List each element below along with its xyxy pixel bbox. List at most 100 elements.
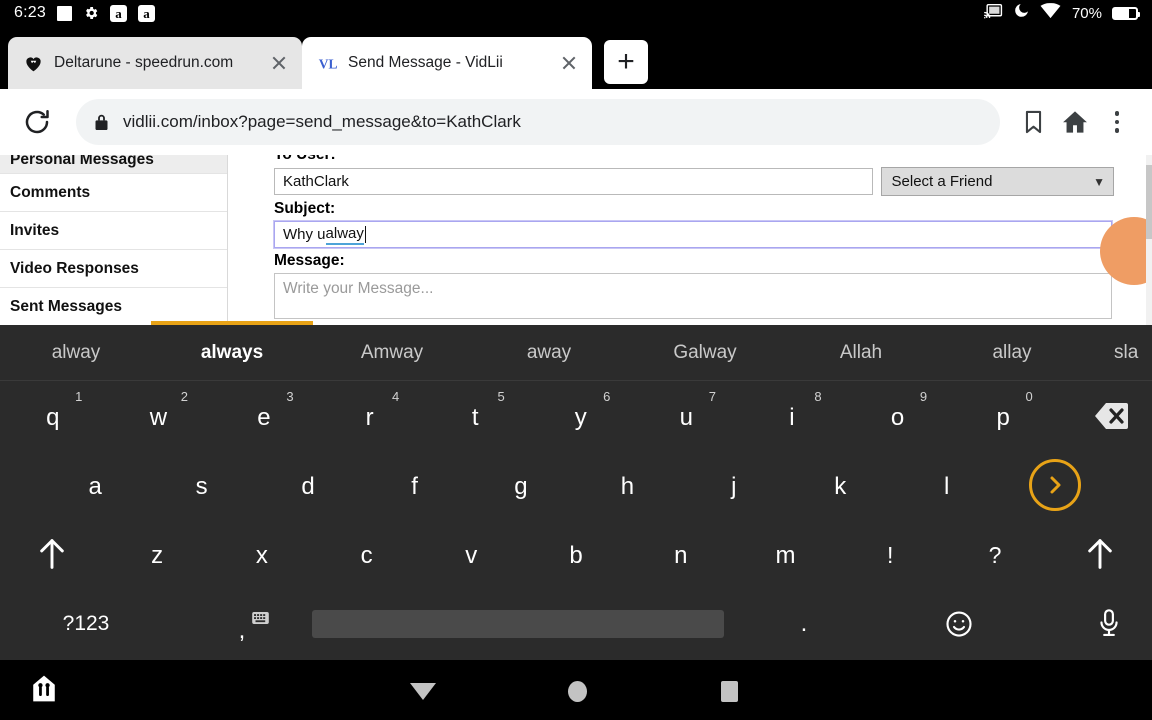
key-h[interactable]: h bbox=[574, 450, 680, 519]
keyboard-row-3: z x c v b n m ! ? bbox=[0, 519, 1152, 588]
key-j[interactable]: j bbox=[681, 450, 787, 519]
suggestion-item[interactable]: Galway bbox=[626, 342, 784, 364]
key-label: i bbox=[789, 403, 795, 431]
sidebar-item-label: Sent Messages bbox=[10, 297, 122, 315]
key-label: v bbox=[465, 541, 478, 569]
enter-chevron-right-icon[interactable] bbox=[1000, 458, 1110, 511]
new-tab-button[interactable]: + bbox=[604, 40, 648, 84]
key-label: u bbox=[679, 403, 694, 431]
key-r[interactable]: 4r bbox=[317, 381, 423, 450]
key-m[interactable]: m bbox=[733, 519, 838, 588]
suggestion-item[interactable]: away bbox=[472, 342, 626, 364]
key-a[interactable]: a bbox=[42, 450, 148, 519]
key-v[interactable]: v bbox=[419, 519, 524, 588]
suggestion-item[interactable]: always bbox=[152, 342, 312, 364]
home-circle-icon[interactable] bbox=[560, 674, 594, 708]
reload-icon[interactable] bbox=[14, 99, 60, 145]
dismiss-keyboard-down-icon[interactable] bbox=[406, 674, 440, 708]
battery-percent: 70% bbox=[1071, 4, 1102, 22]
key-label: z bbox=[151, 541, 164, 569]
key-c[interactable]: c bbox=[314, 519, 419, 588]
friend-select[interactable]: Select a Friend ▼ bbox=[880, 167, 1114, 196]
key-b[interactable]: b bbox=[524, 519, 629, 588]
home-icon[interactable] bbox=[1054, 101, 1096, 143]
key-superscript: 0 bbox=[1025, 389, 1033, 404]
sidebar-item-sent-messages[interactable]: Sent Messages bbox=[0, 288, 227, 325]
to-user-input[interactable]: KathClark bbox=[274, 168, 873, 195]
suggestion-item[interactable]: Amway bbox=[312, 342, 472, 364]
bookmark-icon[interactable] bbox=[1012, 101, 1054, 143]
key-t[interactable]: 5t bbox=[422, 381, 528, 450]
microphone-icon[interactable] bbox=[1034, 608, 1152, 640]
key-superscript: 3 bbox=[286, 389, 294, 404]
url-bar[interactable]: vidlii.com/inbox?page=send_message&to=Ka… bbox=[76, 99, 1000, 145]
do-not-disturb-moon-icon bbox=[1013, 2, 1030, 24]
key-e[interactable]: 3e bbox=[211, 381, 317, 450]
key-exclamation[interactable]: ! bbox=[838, 519, 943, 588]
key-superscript: 4 bbox=[391, 389, 400, 404]
close-icon[interactable] bbox=[268, 52, 290, 74]
key-period[interactable]: . bbox=[724, 610, 884, 638]
subject-text-misspelled: alway bbox=[325, 225, 364, 245]
key-question[interactable]: ? bbox=[943, 519, 1048, 588]
key-label: p bbox=[996, 403, 1010, 431]
key-f[interactable]: f bbox=[361, 450, 467, 519]
suggestion-item[interactable]: Allah bbox=[784, 342, 938, 364]
emoji-smiley-icon[interactable] bbox=[884, 609, 1034, 639]
page-scrollbar[interactable] bbox=[1146, 155, 1152, 325]
key-o[interactable]: 9o bbox=[845, 381, 951, 450]
suggestion-item[interactable]: sla bbox=[1086, 342, 1152, 364]
backspace-icon[interactable] bbox=[1056, 399, 1152, 433]
sidebar-item-label: Personal Messages bbox=[10, 155, 154, 168]
url-text: vidlii.com/inbox?page=send_message&to=Ka… bbox=[123, 112, 521, 131]
key-superscript: 1 bbox=[75, 389, 83, 404]
key-label: j bbox=[731, 472, 737, 500]
sidebar-item-video-responses[interactable]: Video Responses bbox=[0, 250, 227, 287]
key-superscript: 5 bbox=[497, 389, 505, 404]
status-bar: 6:23 a a 70% bbox=[0, 0, 1152, 26]
key-d[interactable]: d bbox=[255, 450, 361, 519]
key-n[interactable]: n bbox=[628, 519, 733, 588]
message-textarea[interactable]: Write your Message... bbox=[274, 273, 1112, 319]
suggestion-item[interactable]: allay bbox=[938, 342, 1086, 364]
key-superscript: 2 bbox=[180, 389, 188, 404]
key-label: a bbox=[88, 472, 102, 500]
shift-up-arrow-icon[interactable] bbox=[1047, 537, 1152, 571]
key-space[interactable] bbox=[312, 610, 724, 638]
sidebar-item-invites[interactable]: Invites bbox=[0, 212, 227, 249]
key-p[interactable]: 0p bbox=[950, 381, 1056, 450]
key-x[interactable]: x bbox=[209, 519, 314, 588]
keyboard-row-2: a s d f g h j k l bbox=[0, 450, 1152, 519]
key-s[interactable]: s bbox=[148, 450, 254, 519]
recents-square-icon[interactable] bbox=[712, 674, 746, 708]
key-label: ? bbox=[988, 542, 1002, 568]
sidebar-item-comments[interactable]: Comments bbox=[0, 174, 227, 211]
three-dot-menu-icon[interactable] bbox=[1096, 101, 1138, 143]
key-k[interactable]: k bbox=[787, 450, 893, 519]
key-comma[interactable]: , bbox=[172, 603, 312, 645]
message-label: Message: bbox=[274, 252, 345, 269]
key-w[interactable]: 2w bbox=[106, 381, 212, 450]
browser-toolbar: vidlii.com/inbox?page=send_message&to=Ka… bbox=[0, 89, 1152, 155]
browser-tab-vidlii[interactable]: VL Send Message - VidLii bbox=[302, 37, 592, 89]
key-l[interactable]: l bbox=[894, 450, 1000, 519]
keyboard-switch-icon[interactable] bbox=[30, 675, 58, 708]
subject-input[interactable]: Why u alway bbox=[273, 220, 1113, 249]
key-g[interactable]: g bbox=[468, 450, 574, 519]
close-icon[interactable] bbox=[558, 52, 580, 74]
key-i[interactable]: 8i bbox=[739, 381, 845, 450]
browser-tab-deltarune[interactable]: Deltarune - speedrun.com bbox=[8, 37, 302, 89]
key-q[interactable]: 1q bbox=[0, 381, 106, 450]
shift-up-arrow-icon[interactable] bbox=[0, 537, 105, 571]
suggestion-item[interactable]: alway bbox=[0, 342, 152, 364]
sidebar-item-personal-messages[interactable]: Personal Messages bbox=[0, 155, 227, 173]
key-z[interactable]: z bbox=[105, 519, 210, 588]
key-u[interactable]: 7u bbox=[634, 381, 740, 450]
key-label: l bbox=[944, 472, 950, 500]
subject-label: Subject: bbox=[274, 200, 336, 217]
key-label: g bbox=[514, 472, 528, 500]
key-y[interactable]: 6y bbox=[528, 381, 634, 450]
key-symbols-123[interactable]: ?123 bbox=[0, 612, 172, 636]
key-label: s bbox=[195, 472, 208, 500]
keyboard-accent-bar bbox=[151, 321, 313, 325]
